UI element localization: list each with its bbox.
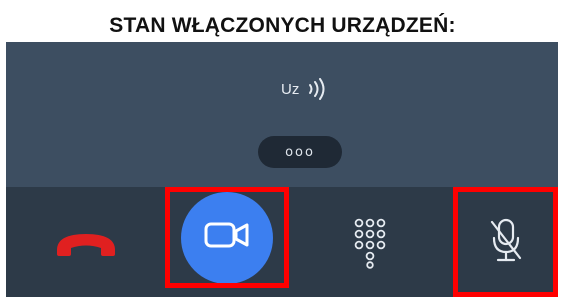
microphone-off-icon (486, 216, 526, 269)
microphone-toggle-button[interactable] (453, 187, 558, 297)
camera-toggle-highlight (165, 187, 289, 288)
dialpad-icon (353, 217, 387, 274)
hangup-button[interactable] (36, 207, 136, 283)
page-heading: STAN WŁĄCZONYCH URZĄDZEŃ: (109, 14, 456, 37)
video-camera-icon (204, 220, 250, 255)
call-toolbar (6, 187, 558, 297)
connection-signal-icon (307, 78, 327, 100)
phone-hangup-icon (53, 228, 119, 263)
call-panel: Uz ooo (6, 42, 558, 297)
more-options-button[interactable]: ooo (258, 136, 342, 168)
caller-info: Uz (281, 78, 327, 100)
dialpad-button[interactable] (324, 205, 416, 285)
camera-toggle-button[interactable] (181, 191, 273, 284)
caller-label: Uz (281, 80, 300, 98)
